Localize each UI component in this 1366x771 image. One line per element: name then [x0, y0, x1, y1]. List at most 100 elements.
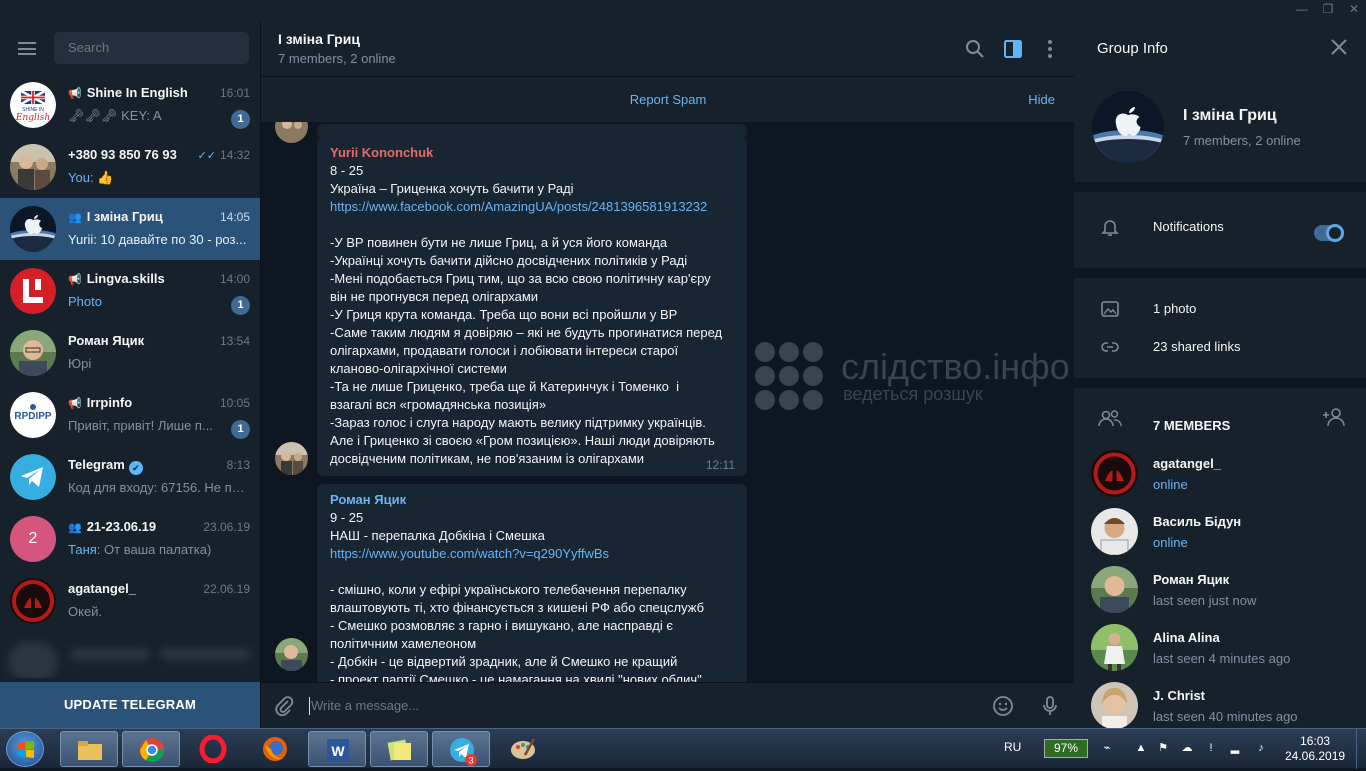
close-icon[interactable]	[1330, 38, 1348, 56]
chat-preview: Код для входу: 67156. Не по...	[68, 480, 248, 495]
chat-name: Irrpinfo	[86, 395, 133, 410]
report-spam-bar: Report Spam Hide	[261, 76, 1074, 122]
signal-icon[interactable]: ▂	[1228, 741, 1242, 755]
chat-item-phone-contact[interactable]: +380 93 850 76 93 ✓✓ 14:32 You: 👍	[0, 136, 260, 198]
taskbar-firefox[interactable]	[246, 731, 304, 767]
taskbar-word[interactable]: W	[308, 731, 366, 767]
member-name: agatangel_	[1153, 456, 1221, 471]
chat-time: 16:01	[219, 86, 250, 100]
chat-item-irrpinfo[interactable]: RPDIPP 📢 Irrpinfo 10:05 Привіт, привіт! Л…	[0, 384, 260, 446]
bell-icon	[1101, 220, 1119, 236]
members-section: 7 MEMBERS agatangel_ online Василь Бідун…	[1074, 378, 1366, 729]
opera-icon	[199, 735, 227, 763]
emoji-icon[interactable]	[992, 695, 1014, 717]
chat-list-header	[0, 22, 260, 74]
close-window-button[interactable]: ✕	[1348, 2, 1360, 16]
more-options-icon[interactable]	[1039, 38, 1061, 60]
search-input[interactable]	[54, 32, 249, 64]
microphone-icon[interactable]	[1039, 695, 1061, 717]
chat-item-agatangel[interactable]: agatangel_ 22.06.19 Окей.	[0, 570, 260, 632]
message-author[interactable]: Yurii Kononchuk	[330, 145, 734, 160]
chat-item-21-23-06-19[interactable]: 2 👥 21-23.06.19 23.06.19 Таня: От ваша па…	[0, 508, 260, 570]
maximize-button[interactable]: ❐	[1322, 2, 1334, 16]
volume-icon[interactable]: ♪	[1254, 741, 1268, 755]
notifications-section[interactable]: Notifications	[1074, 192, 1366, 268]
member-name: Василь Бідун	[1153, 514, 1242, 529]
member-status: last seen 4 minutes ago	[1153, 651, 1291, 666]
member-item[interactable]: Василь Бідун online	[1074, 504, 1366, 562]
message-line: 9 - 25	[330, 510, 364, 525]
minimize-button[interactable]: —	[1296, 2, 1308, 16]
member-item[interactable]: Alina Alina last seen 4 minutes ago	[1074, 620, 1366, 678]
flag-icon[interactable]: ⚑	[1156, 741, 1170, 755]
start-button[interactable]	[6, 731, 44, 767]
search-icon[interactable]	[964, 38, 986, 60]
window-controls: — ❐ ✕	[1296, 2, 1360, 16]
member-item[interactable]: Роман Яцик last seen just now	[1074, 562, 1366, 620]
chat-item-roman-yatsyk[interactable]: Роман Яцик 13:54 Юрі	[0, 322, 260, 384]
unread-badge: 1	[231, 110, 250, 129]
menu-icon[interactable]	[18, 42, 36, 55]
power-plug-icon[interactable]: ⌁	[1100, 741, 1114, 755]
chat-name: Роман Яцик	[68, 333, 145, 348]
show-desktop-button[interactable]	[1356, 729, 1366, 769]
taskbar-telegram[interactable]: 3	[432, 731, 490, 767]
battery-indicator[interactable]: 97%	[1044, 739, 1088, 758]
taskbar-opera[interactable]	[184, 731, 242, 767]
sender-label: You:	[68, 170, 94, 185]
group-info-panel: Group Info І зміна Гриц 7 members, 2 onl…	[1074, 22, 1366, 729]
show-hidden-icons-icon[interactable]: ▲	[1134, 741, 1148, 755]
sender-avatar[interactable]	[275, 442, 308, 475]
report-spam-button[interactable]: Report Spam	[261, 77, 1074, 123]
chat-preview: Юрі	[68, 356, 92, 371]
notifications-toggle[interactable]	[1314, 224, 1344, 242]
group-avatar[interactable]	[1092, 91, 1164, 163]
message-input[interactable]: Write a message...	[311, 683, 419, 728]
member-name: J. Christ	[1153, 688, 1206, 703]
system-clock[interactable]: 16:03 24.06.2019	[1285, 734, 1345, 764]
avatar	[10, 330, 56, 376]
sidebar-toggle-icon[interactable]	[1002, 38, 1024, 60]
sender-avatar[interactable]	[275, 638, 308, 671]
chat-name: +380 93 850 76 93	[68, 147, 177, 162]
alert-icon[interactable]: !	[1204, 741, 1218, 755]
chat-item-telegram[interactable]: Telegram ✔ 8:13 Код для входу: 67156. Не …	[0, 446, 260, 508]
message-link[interactable]: https://www.facebook.com/AmazingUA/posts…	[330, 198, 734, 216]
taskbar-chrome[interactable]	[122, 731, 180, 767]
avatar	[1091, 624, 1138, 671]
message-composer[interactable]: Write a message...	[261, 682, 1074, 728]
message-link[interactable]: https://www.youtube.com/watch?v=q290Yyff…	[330, 545, 734, 563]
chat-header[interactable]: І зміна Гриц 7 members, 2 online	[261, 22, 1074, 76]
hide-spam-bar-button[interactable]: Hide	[1028, 77, 1055, 123]
language-indicator[interactable]: RU	[1004, 740, 1021, 754]
taskbar-explorer[interactable]	[60, 731, 118, 767]
shared-photos-link[interactable]: 1 photo	[1153, 301, 1196, 316]
clock-time: 16:03	[1300, 734, 1331, 748]
svg-text:RPDIPP: RPDIPP	[14, 411, 52, 422]
chat-item-shine-in-english[interactable]: SHINE IN English 📢 Shine In English 16:01 …	[0, 74, 260, 136]
message-line: кланово-олігархічної системи	[330, 361, 507, 376]
attach-icon[interactable]	[273, 695, 295, 717]
update-telegram-button[interactable]: UPDATE TELEGRAM	[0, 682, 260, 728]
message-bubble[interactable]: Yurii Kononchuk 8 - 25 Україна – Гриценк…	[317, 137, 747, 476]
message-line: -Зараз голос і слуга народу мають велику…	[330, 415, 706, 430]
member-name: Роман Яцик	[1153, 572, 1230, 587]
taskbar-sticky-notes[interactable]	[370, 731, 428, 767]
message-author[interactable]: Роман Яцик	[330, 492, 734, 507]
add-member-icon[interactable]	[1322, 406, 1346, 428]
unread-badge: 1	[231, 296, 250, 315]
chat-item-lingva-skills[interactable]: 📢 Lingva.skills 14:00 Photo 1	[0, 260, 260, 322]
chat-title[interactable]: І зміна Гриц	[278, 31, 360, 47]
cloud-icon[interactable]: ☁	[1180, 741, 1194, 755]
message-line: -Українці хочуть бачити дійсно досвідчен…	[330, 253, 688, 268]
member-item[interactable]: agatangel_ online	[1074, 446, 1366, 504]
chat-name: Telegram	[68, 457, 125, 472]
taskbar-paint[interactable]	[494, 731, 552, 767]
avatar	[10, 144, 56, 190]
chat-time: 14:05	[219, 210, 250, 224]
message-bubble[interactable]: Роман Яцик 9 - 25 НАШ - перепалка Добкін…	[317, 484, 747, 684]
shared-links-link[interactable]: 23 shared links	[1153, 339, 1240, 354]
chat-time: 13:54	[219, 334, 250, 348]
avatar	[1091, 566, 1138, 613]
chat-item-izmina-hryts[interactable]: 👥 І зміна Гриц 14:05 Yurii: 10 давайте по…	[0, 198, 260, 260]
